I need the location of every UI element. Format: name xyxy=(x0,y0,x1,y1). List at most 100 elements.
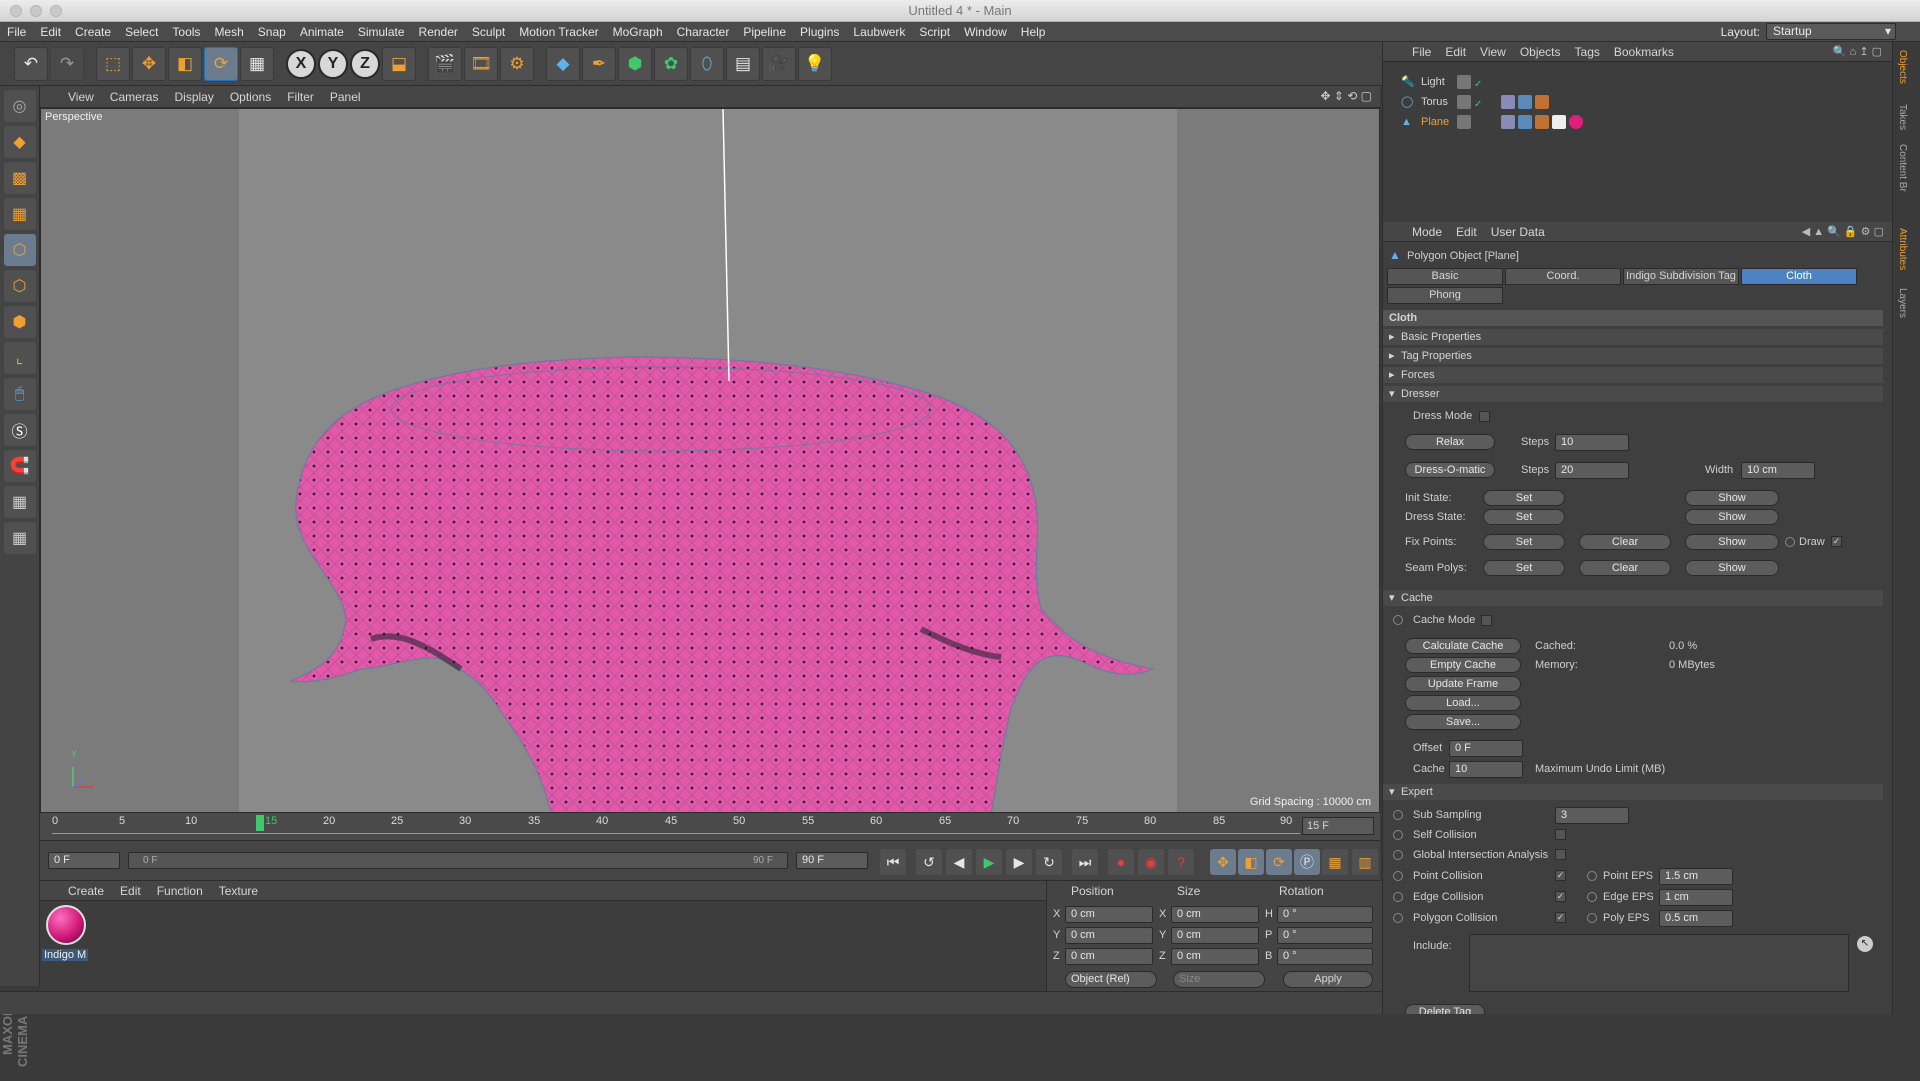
record-icon[interactable]: ● xyxy=(1108,849,1134,875)
tweak-mode-icon[interactable]: 🖱 xyxy=(3,378,36,410)
attribute-menu-mode[interactable]: Mode xyxy=(1405,225,1449,239)
fix-points-draw-radio[interactable] xyxy=(1785,537,1795,547)
dress-o-matic-button[interactable]: Dress-O-matic xyxy=(1405,462,1495,478)
visibility-toggle-icon[interactable] xyxy=(1457,75,1471,89)
key-parameter-icon[interactable]: Ⓟ xyxy=(1294,849,1320,875)
material-tag-icon[interactable] xyxy=(1569,115,1583,129)
z-axis-icon[interactable]: Z xyxy=(350,48,380,79)
object-menu-bookmarks[interactable]: Bookmarks xyxy=(1607,45,1681,59)
delete-tag-button[interactable]: Delete Tag xyxy=(1405,1004,1485,1014)
menu-simulate[interactable]: Simulate xyxy=(351,25,412,39)
fix-points-set-button[interactable]: Set xyxy=(1483,534,1565,550)
render-picture-viewer-icon[interactable]: 🎞 xyxy=(464,46,498,81)
side-tab-attributes[interactable]: Attributes xyxy=(1897,228,1908,270)
point-eps-radio[interactable] xyxy=(1587,871,1597,881)
relax-steps-field[interactable]: 10 xyxy=(1555,434,1629,451)
object-menu-tags[interactable]: Tags xyxy=(1568,45,1607,59)
point-eps-field[interactable]: 1.5 cm xyxy=(1659,868,1733,885)
tool-icon[interactable]: ▦ xyxy=(240,46,274,81)
save-cache-button[interactable]: Save... xyxy=(1405,714,1521,730)
key-point-level-icon[interactable]: ▦ xyxy=(1322,849,1348,875)
include-picker-icon[interactable]: ↖ xyxy=(1857,936,1873,952)
side-tab-content-browser[interactable]: Content Br xyxy=(1897,144,1908,192)
cache-limit-field[interactable]: 10 xyxy=(1449,761,1523,778)
current-frame-field[interactable]: 15 F xyxy=(1302,817,1374,835)
seam-polys-set-button[interactable]: Set xyxy=(1483,560,1565,576)
start-frame-field[interactable]: 0 F xyxy=(48,852,120,869)
render-view-icon[interactable]: 🎬 xyxy=(428,46,462,81)
material-swatch[interactable] xyxy=(46,905,86,945)
key-position-icon[interactable]: ✥ xyxy=(1210,849,1236,875)
object-row-plane[interactable]: ▲ Plane xyxy=(1383,112,1893,132)
cloth-mesh[interactable] xyxy=(41,109,1380,813)
menu-animate[interactable]: Animate xyxy=(293,25,351,39)
include-list[interactable] xyxy=(1469,934,1849,992)
solo-mode-icon[interactable]: Ⓢ xyxy=(3,414,36,446)
calculate-cache-button[interactable]: Calculate Cache xyxy=(1405,638,1521,654)
material-menu-function[interactable]: Function xyxy=(149,884,211,898)
timeline-window-icon[interactable]: ▥ xyxy=(1352,849,1378,875)
y-axis-icon[interactable]: Y xyxy=(318,48,348,79)
object-menu-objects[interactable]: Objects xyxy=(1513,45,1568,59)
render-settings-icon[interactable]: ⚙ xyxy=(500,46,534,81)
size-x-field[interactable]: 0 cm xyxy=(1171,906,1259,923)
phong-tag-icon[interactable] xyxy=(1501,95,1515,109)
model-mode-icon[interactable]: ◆ xyxy=(3,126,36,158)
texture-mode-icon[interactable]: ▩ xyxy=(3,162,36,194)
auto-key-icon[interactable]: ◉ xyxy=(1138,849,1164,875)
viewport-menu-panel[interactable]: Panel xyxy=(322,90,369,104)
viewport-menu-display[interactable]: Display xyxy=(166,90,221,104)
rotate-icon[interactable]: ⟳ xyxy=(204,46,238,81)
viewport-nav-icons[interactable]: ✥ ⇕ ⟲ ▢ xyxy=(1320,89,1372,103)
make-editable-icon[interactable]: ◎ xyxy=(3,90,36,122)
workplane-mode-icon[interactable]: ▦ xyxy=(3,198,36,230)
attribute-menu-edit[interactable]: Edit xyxy=(1449,225,1484,239)
layout-select[interactable]: Startup ▾ xyxy=(1766,23,1896,40)
pos-x-field[interactable]: 0 cm xyxy=(1065,906,1153,923)
dress-state-show-button[interactable]: Show xyxy=(1685,509,1779,525)
sub-sampling-field[interactable]: 3 xyxy=(1555,807,1629,824)
relax-button[interactable]: Relax xyxy=(1405,434,1495,450)
object-menu-edit[interactable]: Edit xyxy=(1438,45,1473,59)
polygon-collision-radio[interactable] xyxy=(1393,913,1403,923)
menu-character[interactable]: Character xyxy=(670,25,737,39)
deformer-icon[interactable]: ⬯ xyxy=(690,46,724,81)
pen-icon[interactable]: ✒ xyxy=(582,46,616,81)
draw-checkbox[interactable]: ✓ xyxy=(1831,536,1842,547)
menu-create[interactable]: Create xyxy=(68,25,118,39)
global-intersection-checkbox[interactable] xyxy=(1555,849,1566,860)
live-select-icon[interactable]: ⬚ xyxy=(96,46,130,81)
preview-range-slider[interactable]: 0 F 90 F xyxy=(128,852,788,869)
x-axis-icon[interactable]: X xyxy=(286,48,316,79)
previous-key-icon[interactable]: ↺ xyxy=(916,849,942,875)
dress-state-set-button[interactable]: Set xyxy=(1483,509,1565,525)
material-menu-create[interactable]: Create xyxy=(60,884,112,898)
section-dresser[interactable]: ▾ Dresser xyxy=(1383,386,1883,402)
poly-eps-radio[interactable] xyxy=(1587,913,1597,923)
menu-mesh[interactable]: Mesh xyxy=(207,25,250,39)
width-field[interactable]: 10 cm xyxy=(1741,462,1815,479)
next-frame-icon[interactable]: ▶ xyxy=(1006,849,1032,875)
phong-tag-icon[interactable] xyxy=(1501,115,1515,129)
workplane-lock-icon[interactable]: ▦ xyxy=(3,486,36,518)
next-key-icon[interactable]: ↻ xyxy=(1036,849,1062,875)
viewport-menu-filter[interactable]: Filter xyxy=(279,90,322,104)
cloth-tag-icon[interactable] xyxy=(1518,115,1532,129)
go-to-start-icon[interactable]: ⏮ xyxy=(880,849,906,875)
camera-icon[interactable]: 🎥 xyxy=(762,46,796,81)
subdivision-tag-icon[interactable] xyxy=(1552,115,1566,129)
init-state-show-button[interactable]: Show xyxy=(1685,490,1779,506)
object-menu-view[interactable]: View xyxy=(1473,45,1513,59)
planar-workplane-icon[interactable]: ▦ xyxy=(3,522,36,554)
edge-collision-checkbox[interactable]: ✓ xyxy=(1555,891,1566,902)
menu-file[interactable]: File xyxy=(0,25,33,39)
section-basic-properties[interactable]: ▸ Basic Properties xyxy=(1383,329,1883,345)
section-expert[interactable]: ▾ Expert xyxy=(1383,784,1883,800)
material-menu-edit[interactable]: Edit xyxy=(112,884,149,898)
cache-mode-checkbox[interactable] xyxy=(1481,615,1492,626)
menu-edit[interactable]: Edit xyxy=(33,25,68,39)
dress-mode-checkbox[interactable] xyxy=(1479,411,1490,422)
visibility-toggle-icon[interactable] xyxy=(1457,95,1471,109)
cube-icon[interactable]: ◆ xyxy=(546,46,580,81)
size-mode-select[interactable]: Size xyxy=(1173,971,1265,988)
